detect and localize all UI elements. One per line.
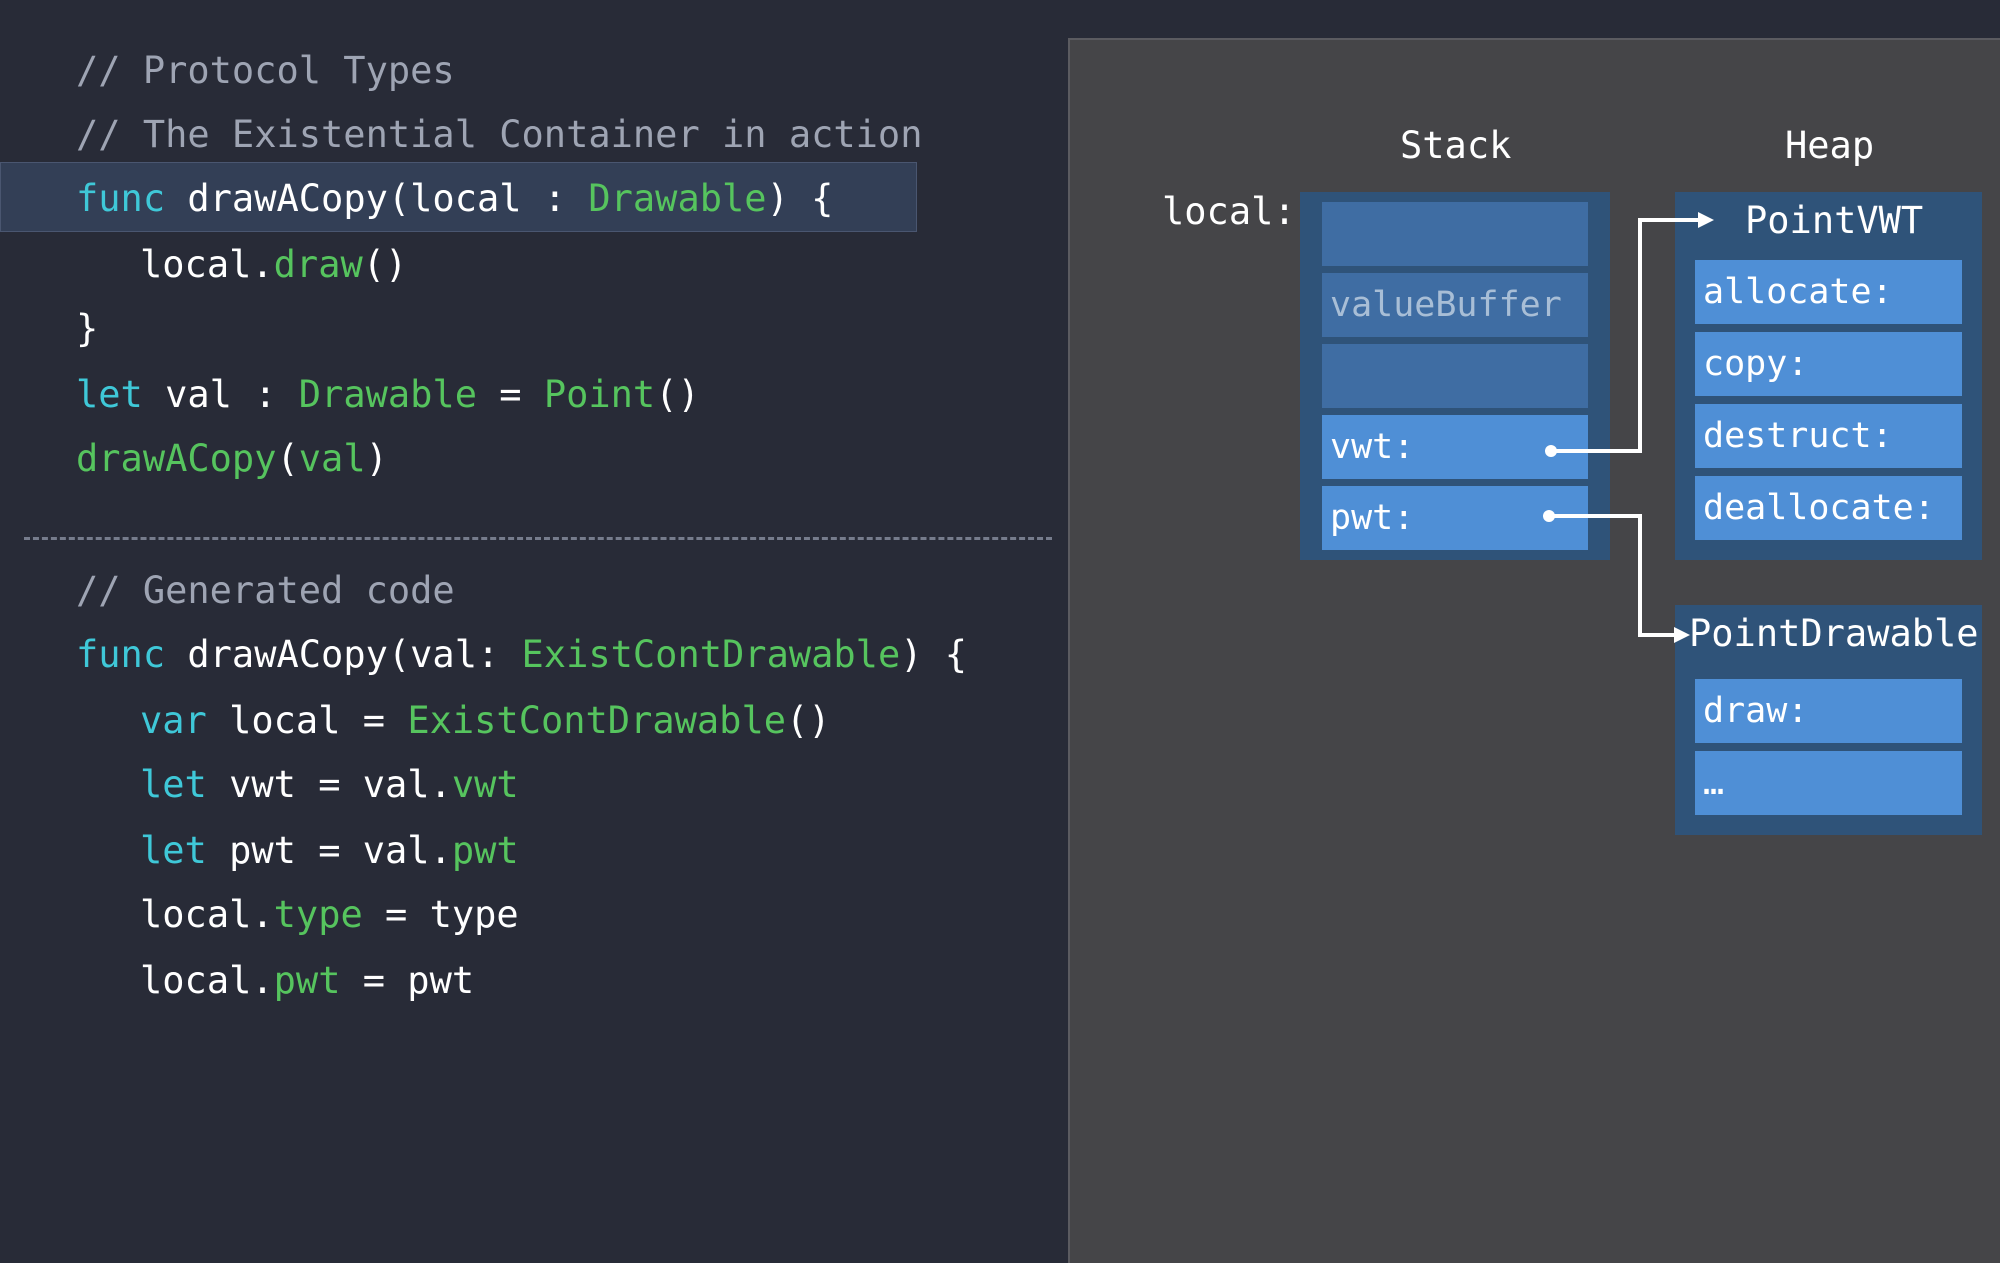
pointer-arrows <box>1543 212 1714 643</box>
pwt-pointer-arrow <box>1543 510 1690 643</box>
vwt-pointer-arrow <box>1545 212 1714 457</box>
